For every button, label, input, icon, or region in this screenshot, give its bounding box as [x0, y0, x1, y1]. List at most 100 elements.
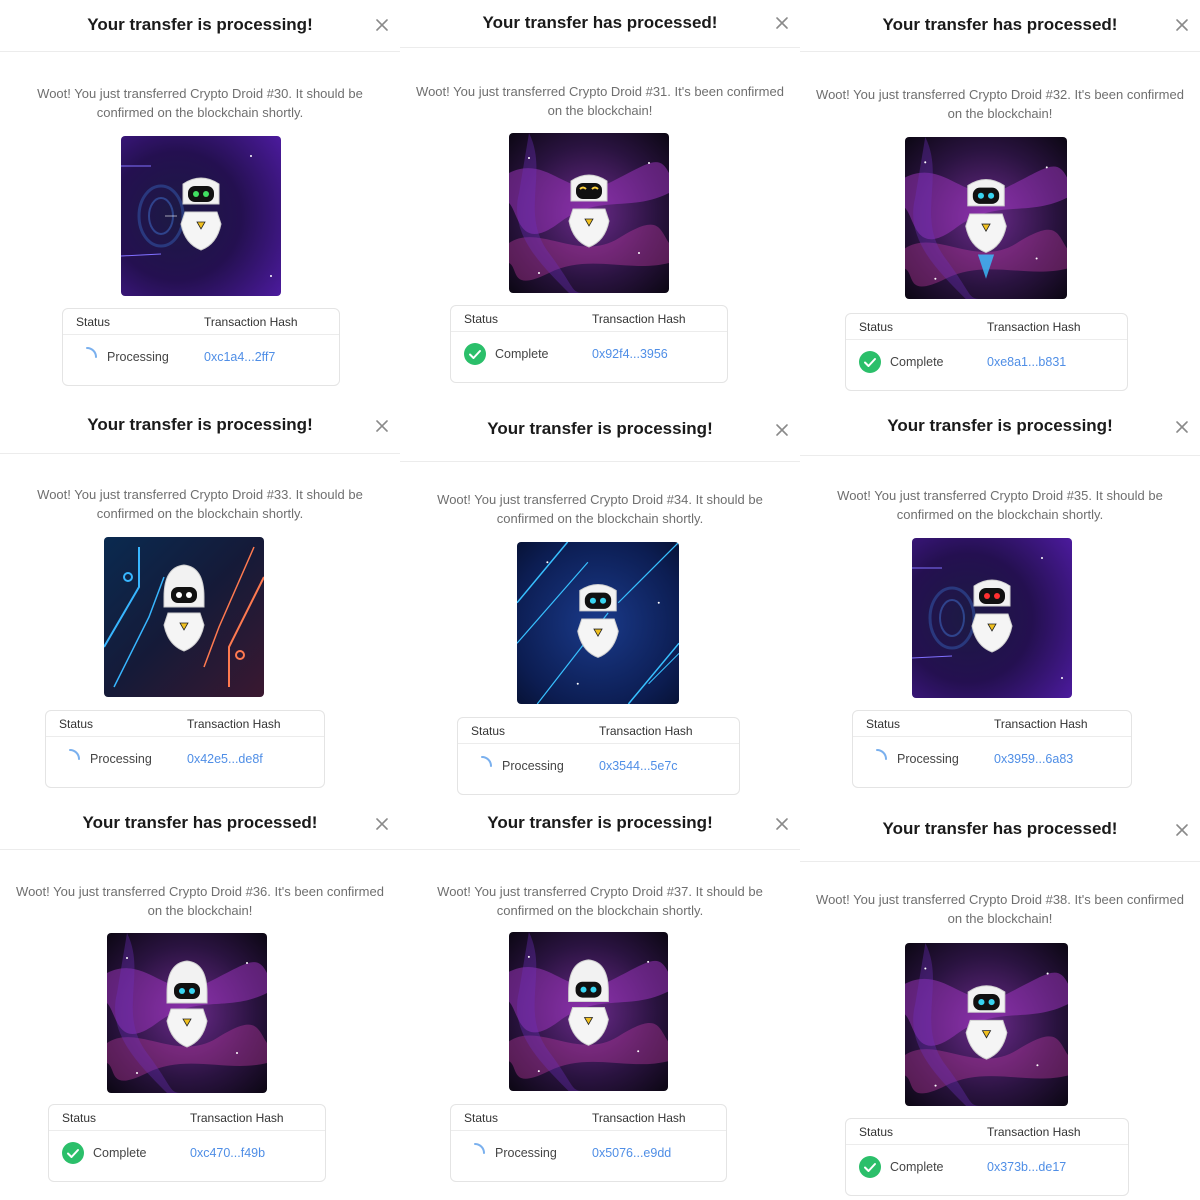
transfer-modal: Your transfer is processing! Woot! You j… — [0, 0, 400, 400]
status-column-header: Status — [76, 315, 111, 329]
hash-column-header: Transaction Hash — [204, 315, 298, 329]
transaction-card: Status Transaction Hash Processing 0x42e… — [45, 710, 325, 788]
transaction-hash-link[interactable]: 0x5076...e9dd — [592, 1146, 671, 1160]
transfer-modal: Your transfer is processing! Woot! You j… — [0, 400, 400, 800]
modal-title: Your transfer has processed! — [82, 813, 318, 832]
modal-header: Your transfer has processed! — [400, 0, 800, 48]
close-icon[interactable] — [1174, 419, 1190, 435]
hash-column-header: Transaction Hash — [190, 1111, 284, 1125]
status-column-header: Status — [62, 1111, 97, 1125]
hash-column-header: Transaction Hash — [187, 717, 281, 731]
transaction-hash-link[interactable]: 0xc1a4...2ff7 — [204, 350, 275, 364]
transaction-hash-link[interactable]: 0x42e5...de8f — [187, 752, 263, 766]
transaction-card-header: Status Transaction Hash — [451, 1105, 726, 1131]
hash-column-header: Transaction Hash — [599, 724, 693, 738]
status-value: Processing — [502, 759, 564, 773]
transaction-hash-link[interactable]: 0x3959...6a83 — [994, 752, 1073, 766]
modal-header: Your transfer has processed! — [800, 0, 1200, 52]
artwork-crypto-droid-33 — [104, 537, 264, 697]
transfer-message: Woot! You just transferred Crypto Droid … — [16, 884, 384, 918]
artwork-crypto-droid-34 — [517, 542, 679, 704]
modal-header: Your transfer is processing! — [0, 400, 400, 454]
transaction-card: Status Transaction Hash Processing 0xc1a… — [62, 308, 340, 386]
transaction-card-header: Status Transaction Hash — [49, 1105, 325, 1131]
modal-title: Your transfer is processing! — [487, 813, 713, 832]
close-icon[interactable] — [1174, 17, 1190, 33]
status-column-header: Status — [866, 717, 901, 731]
modal-header: Your transfer is processing! — [800, 400, 1200, 456]
modal-title: Your transfer is processing! — [887, 416, 1113, 435]
transaction-hash-link[interactable]: 0x3544...5e7c — [599, 759, 678, 773]
transfer-message: Woot! You just transferred Crypto Droid … — [816, 892, 1184, 926]
artwork-crypto-droid-30 — [121, 136, 281, 296]
transaction-card: Status Transaction Hash Complete 0x373b.… — [845, 1118, 1129, 1196]
transaction-hash-link[interactable]: 0x373b...de17 — [987, 1160, 1066, 1174]
hash-column-header: Transaction Hash — [592, 1111, 686, 1125]
transaction-card: Status Transaction Hash Complete 0x92f4.… — [450, 305, 728, 383]
status-value: Processing — [897, 752, 959, 766]
transaction-card: Status Transaction Hash Complete 0xc470.… — [48, 1104, 326, 1182]
close-icon[interactable] — [374, 17, 390, 33]
modal-header: Your transfer has processed! — [0, 800, 400, 850]
transaction-hash-link[interactable]: 0x92f4...3956 — [592, 347, 668, 361]
artwork-crypto-droid-37 — [509, 932, 668, 1091]
transaction-card-header: Status Transaction Hash — [458, 718, 739, 744]
transfer-modal: Your transfer has processed! Woot! You j… — [800, 800, 1200, 1200]
modal-title: Your transfer is processing! — [487, 419, 713, 438]
hash-column-header: Transaction Hash — [987, 320, 1081, 334]
transfer-message: Woot! You just transferred Crypto Droid … — [37, 86, 363, 120]
close-icon[interactable] — [374, 418, 390, 434]
artwork-crypto-droid-36 — [107, 933, 267, 1093]
check-circle-icon — [858, 1155, 882, 1179]
status-column-header: Status — [859, 320, 894, 334]
close-icon[interactable] — [374, 816, 390, 832]
modal-header: Your transfer is processing! — [400, 400, 800, 462]
transaction-card-header: Status Transaction Hash — [853, 711, 1131, 737]
spinner-icon — [75, 345, 99, 369]
artwork-crypto-droid-35 — [912, 538, 1072, 698]
artwork-crypto-droid-32 — [905, 137, 1067, 299]
modal-title: Your transfer is processing! — [87, 415, 313, 434]
spinner-icon — [58, 747, 82, 771]
transfer-message: Woot! You just transferred Crypto Droid … — [816, 87, 1184, 121]
transaction-card-header: Status Transaction Hash — [846, 314, 1127, 340]
status-value: Complete — [495, 347, 549, 361]
transaction-hash-link[interactable]: 0xe8a1...b831 — [987, 355, 1066, 369]
transfer-message: Woot! You just transferred Crypto Droid … — [837, 488, 1163, 522]
transfer-modal: Your transfer has processed! Woot! You j… — [400, 0, 800, 400]
modal-title: Your transfer is processing! — [87, 15, 313, 34]
transaction-hash-link[interactable]: 0xc470...f49b — [190, 1146, 265, 1160]
transfer-modal: Your transfer is processing! Woot! You j… — [400, 400, 800, 800]
check-circle-icon — [463, 342, 487, 366]
close-icon[interactable] — [774, 422, 790, 438]
modal-title: Your transfer has processed! — [882, 819, 1118, 838]
modal-header: Your transfer is processing! — [400, 800, 800, 850]
modal-header: Your transfer has processed! — [800, 800, 1200, 862]
transfer-modal: Your transfer has processed! Woot! You j… — [0, 800, 400, 1200]
status-column-header: Status — [464, 1111, 499, 1125]
transaction-card: Status Transaction Hash Processing 0x354… — [457, 717, 740, 795]
status-value: Complete — [93, 1146, 147, 1160]
transaction-card-header: Status Transaction Hash — [846, 1119, 1128, 1145]
transaction-card-header: Status Transaction Hash — [63, 309, 339, 335]
transfer-message: Woot! You just transferred Crypto Droid … — [437, 492, 763, 526]
close-icon[interactable] — [774, 816, 790, 832]
status-column-header: Status — [59, 717, 94, 731]
modal-title: Your transfer has processed! — [482, 13, 718, 32]
transaction-card-header: Status Transaction Hash — [451, 306, 727, 332]
close-icon[interactable] — [774, 15, 790, 31]
modal-header: Your transfer is processing! — [0, 0, 400, 52]
spinner-icon — [865, 747, 889, 771]
status-value: Processing — [90, 752, 152, 766]
status-column-header: Status — [464, 312, 499, 326]
transfer-modal: Your transfer has processed! Woot! You j… — [800, 0, 1200, 400]
hash-column-header: Transaction Hash — [994, 717, 1088, 731]
modal-title: Your transfer has processed! — [882, 15, 1118, 34]
status-value: Processing — [495, 1146, 557, 1160]
spinner-icon — [470, 754, 494, 778]
transaction-card-header: Status Transaction Hash — [46, 711, 324, 737]
transfer-message: Woot! You just transferred Crypto Droid … — [437, 884, 763, 918]
close-icon[interactable] — [1174, 822, 1190, 838]
status-value: Complete — [890, 355, 944, 369]
transaction-card: Status Transaction Hash Complete 0xe8a1.… — [845, 313, 1128, 391]
